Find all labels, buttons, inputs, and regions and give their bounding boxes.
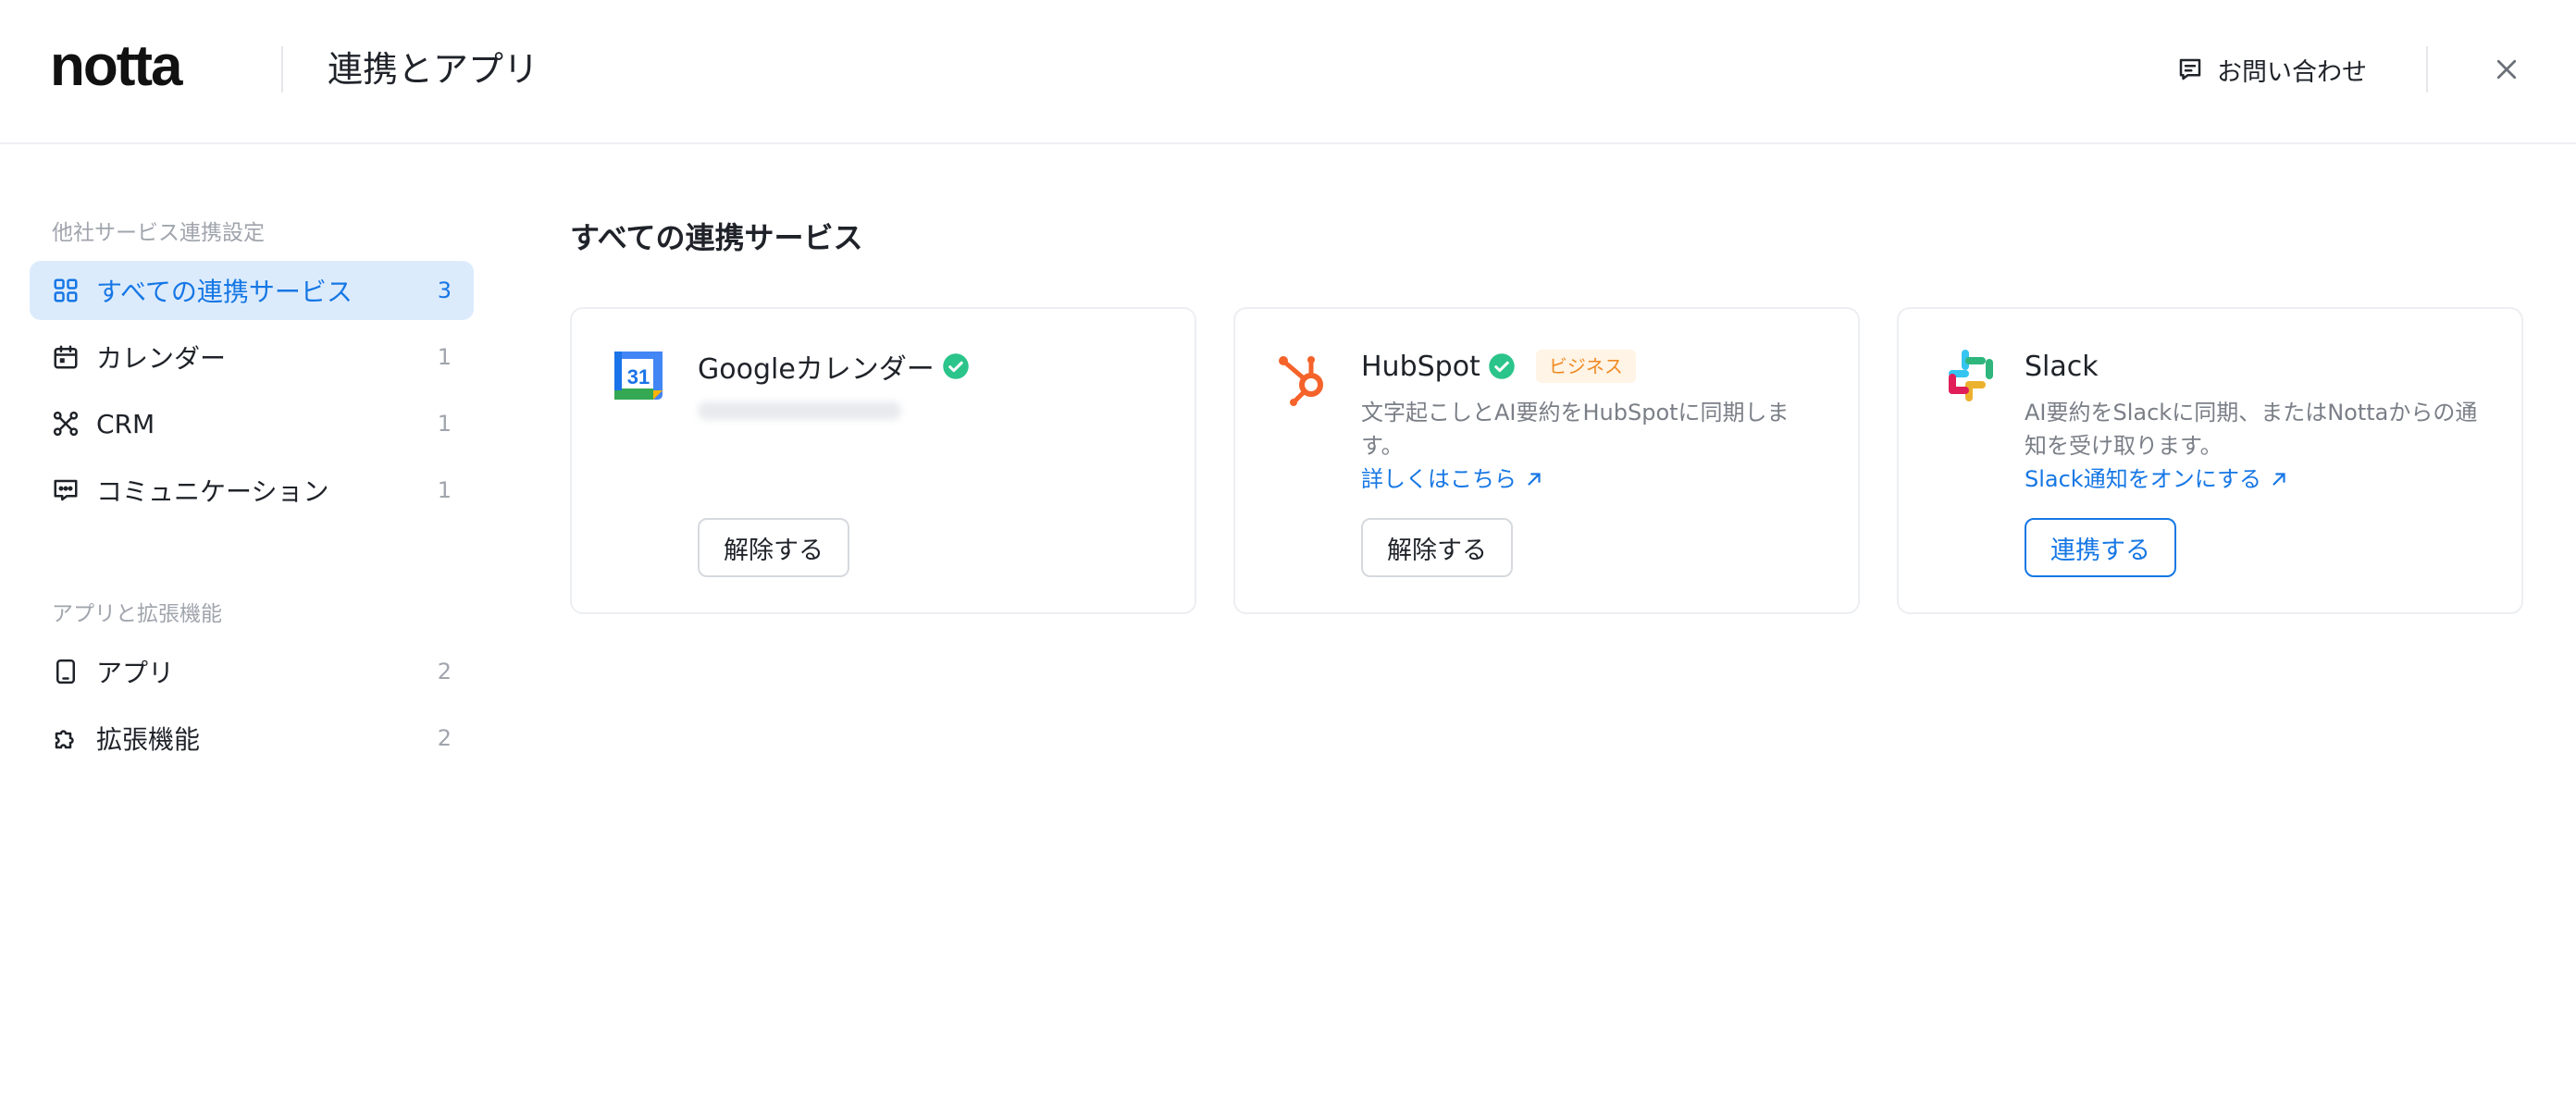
sidebar-item-communication[interactable]: コミュニケーション 1 [30,461,474,520]
integration-cards: 31 Googleカレンダー 解除する HubSpot ビジネス 文字起こしとA… [570,307,2524,614]
sidebar-item-count: 2 [437,725,452,751]
card-hubspot: HubSpot ビジネス 文字起こしとAI要約をHubSpotに同期します。 詳… [1233,307,1860,614]
sidebar-item-count: 2 [437,659,452,684]
sidebar-item-label: すべての連携サービス [96,277,353,307]
connected-account-blurred [698,401,901,420]
card-name: Googleカレンダー [698,353,935,386]
enable-slack-notify-link[interactable]: Slack通知をオンにする [2025,462,2289,496]
close-button[interactable] [2485,46,2528,92]
card-google-calendar: 31 Googleカレンダー 解除する [570,307,1196,614]
sidebar-item-label: コミュニケーション [96,476,329,507]
header-divider-right [2426,46,2428,92]
sidebar-item-apps[interactable]: アプリ 2 [30,642,474,701]
calendar-day: 31 [627,365,650,388]
header-divider [281,46,283,92]
sidebar-item-label: アプリ [96,658,175,688]
calendar-icon [52,343,80,371]
contact-button[interactable]: お問い合わせ [2176,48,2367,91]
notta-logo-mark: notta [50,43,185,94]
verified-check-icon [1489,353,1515,379]
sidebar-section-integrations: 他社サービス連携設定 [52,221,265,245]
business-plan-badge: ビジネス [1535,350,1636,383]
sidebar: 他社サービス連携設定 すべての連携サービス 3 カレンダー 1 CRM 1 コミ… [30,205,474,775]
sidebar-item-count: 1 [437,477,452,503]
sidebar-item-label: カレンダー [96,343,227,374]
sidebar-item-count: 1 [437,344,452,370]
hubspot-logo [1276,348,1331,406]
chat-icon [52,476,80,504]
link-label: 詳しくはこちら [1361,466,1517,492]
sidebar-item-all-integrations[interactable]: すべての連携サービス 3 [30,261,474,320]
disconnect-button[interactable]: 解除する [1361,518,1513,577]
slack-logo [1939,348,1995,403]
sidebar-item-extensions[interactable]: 拡張機能 2 [30,709,474,768]
verified-check-icon [943,353,969,379]
network-icon [52,410,80,438]
link-label: Slack通知をオンにする [2025,466,2261,492]
sidebar-item-label: CRM [96,408,155,439]
sidebar-item-count: 3 [437,278,452,303]
header: notta 連携とアプリ お問い合わせ [0,0,2576,144]
external-arrow-icon [1528,473,1541,486]
close-icon [2496,59,2517,80]
disconnect-button[interactable]: 解除する [698,518,849,577]
contact-label: お問い合わせ [2217,57,2367,87]
sidebar-item-label: 拡張機能 [96,724,201,755]
connect-button[interactable]: 連携する [2025,518,2176,577]
notta-logo-text: notta [50,43,183,94]
sidebar-item-calendar[interactable]: カレンダー 1 [30,327,474,387]
card-description: AI要約をSlackに同期、またはNottaからの通知を受け取ります。 [2025,400,2478,459]
sidebar-item-count: 1 [437,411,452,437]
page-title: 連携とアプリ [328,49,539,90]
card-name: HubSpot [1361,350,1480,383]
feedback-icon [2179,58,2201,80]
grid-icon [52,277,80,304]
external-arrow-icon [2273,473,2285,486]
card-name: Slack [2025,350,2099,383]
sidebar-item-crm[interactable]: CRM 1 [30,394,474,453]
card-slack: Slack AI要約をSlackに同期、またはNottaからの通知を受け取ります… [1897,307,2523,614]
sidebar-section-apps: アプリと拡張機能 [52,602,222,626]
puzzle-icon [52,724,80,752]
notta-logo[interactable]: notta [50,43,239,94]
card-description: 文字起こしとAI要約をHubSpotに同期します。 [1361,400,1790,459]
main-title: すべての連携サービス [570,220,863,255]
learn-more-link[interactable]: 詳しくはこちら [1361,462,1544,496]
google-calendar-logo: 31 [613,348,668,403]
tablet-icon [52,658,80,685]
